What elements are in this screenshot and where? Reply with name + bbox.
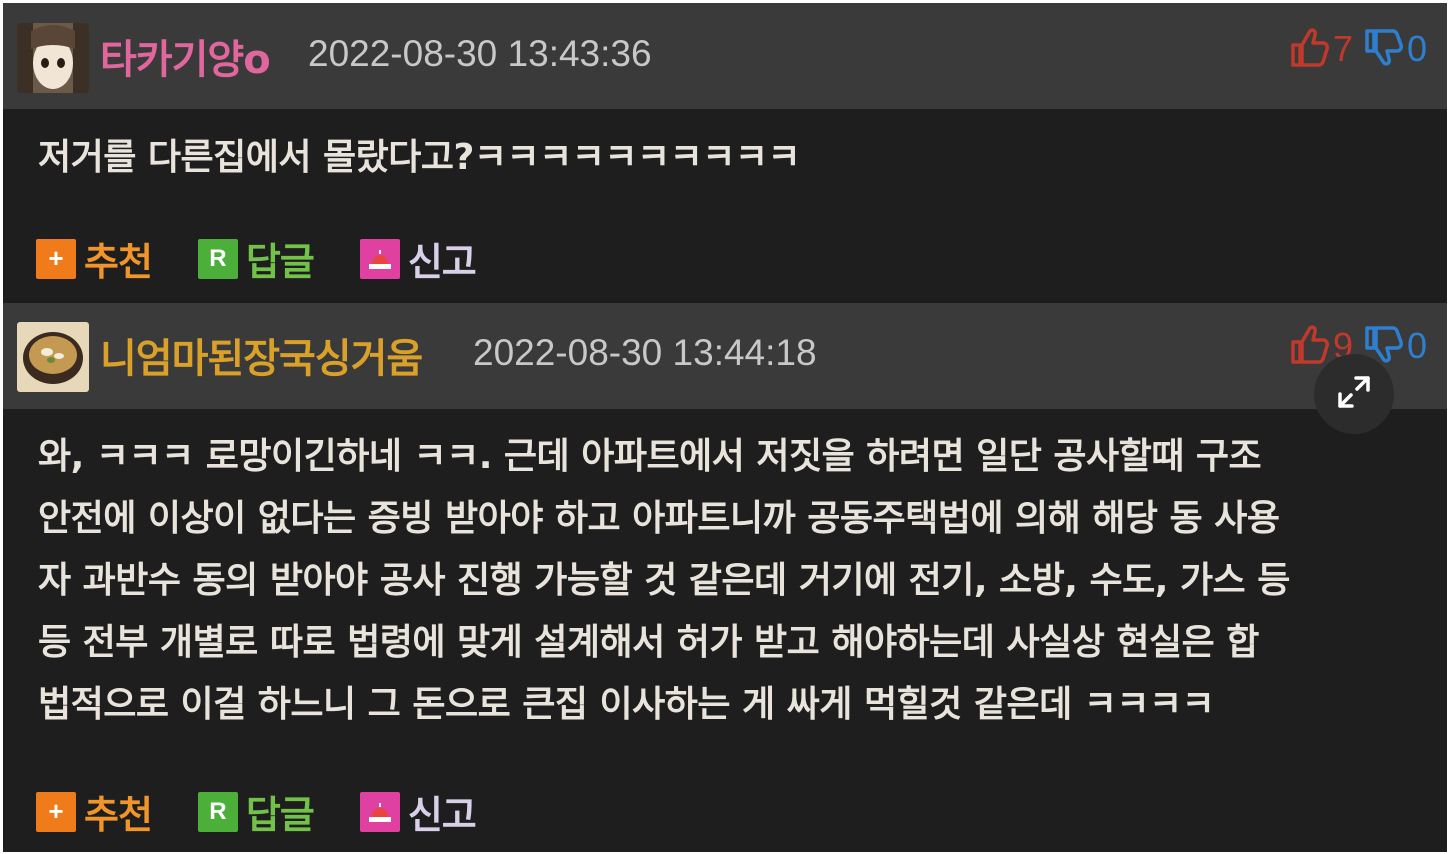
comment-list: 타카기양o 2022-08-30 13:43:36 7 0 저거를 다른집에서 … <box>3 3 1447 852</box>
comment-actions: + 추천 R 답글 신고 <box>36 784 522 839</box>
upvote-count: 7 <box>1332 28 1353 69</box>
report-label: 신고 <box>407 240 477 284</box>
nickname[interactable]: 타카기양o <box>100 27 271 85</box>
comment-datetime: 2022-08-30 13:43:36 <box>308 33 652 74</box>
siren-icon <box>359 238 400 279</box>
comment-item: 타카기양o 2022-08-30 13:43:36 7 0 저거를 다른집에서 … <box>3 3 1447 298</box>
report-button[interactable]: 신고 <box>359 784 477 839</box>
plus-icon: + <box>36 238 76 279</box>
recommend-label: 추천 <box>84 793 153 837</box>
report-label: 신고 <box>407 793 477 837</box>
expand-button[interactable] <box>1314 354 1394 434</box>
reply-button[interactable]: R 답글 <box>197 784 315 839</box>
reply-label: 답글 <box>245 240 315 284</box>
recommend-label: 추천 <box>84 240 153 284</box>
nickname[interactable]: 니엄마된장국싱거움 <box>100 326 423 384</box>
comment-item: 니엄마된장국싱거움 2022-08-30 13:44:18 9 0 와, ㅋㅋㅋ… <box>3 298 1447 852</box>
recommend-button[interactable]: + 추천 <box>36 784 153 839</box>
reply-icon: R <box>197 791 238 832</box>
comment-text-line: 저거를 다른집에서 몰랐다고?ㅋㅋㅋㅋㅋㅋㅋㅋㅋㅋ <box>38 137 801 178</box>
comment-text-line: 와, ㅋㅋㅋ 로망이긴하네 ㅋㅋ. 근데 아파트에서 저짓을 하려면 일단 공사… <box>38 436 1262 477</box>
expand-icon <box>1334 372 1374 416</box>
downvote-count: 0 <box>1406 325 1427 366</box>
comment-text-line: 법적으로 이걸 하느니 그 돈으로 큰집 이사하는 게 싸게 먹힐것 같은데 ㅋ… <box>38 684 1215 725</box>
reply-label: 답글 <box>245 793 315 837</box>
comment-text: 와, ㅋㅋㅋ 로망이긴하네 ㅋㅋ. 근데 아파트에서 저짓을 하려면 일단 공사… <box>38 426 1290 736</box>
comment-actions: + 추천 R 답글 신고 <box>36 231 522 286</box>
anime-character-avatar-icon[interactable] <box>17 23 89 93</box>
siren-icon <box>359 791 400 832</box>
comment-text: 저거를 다른집에서 몰랐다고?ㅋㅋㅋㅋㅋㅋㅋㅋㅋㅋ <box>38 127 801 189</box>
report-button[interactable]: 신고 <box>359 231 477 286</box>
comment-datetime: 2022-08-30 13:44:18 <box>473 332 817 373</box>
comment-text-line: 안전에 이상이 없다는 증빙 받아야 하고 아파트니까 공동주택법에 의해 해당… <box>38 498 1280 539</box>
thumbs-down-icon[interactable] <box>1361 27 1403 71</box>
reply-icon: R <box>197 238 238 279</box>
reply-button[interactable]: R 답글 <box>197 231 315 286</box>
plus-icon: + <box>36 791 76 832</box>
recommend-button[interactable]: + 추천 <box>36 231 153 286</box>
comment-text-line: 등 전부 개별로 따로 법령에 맞게 설계해서 허가 받고 해야하는데 사실상 … <box>38 622 1259 663</box>
thumbs-up-icon[interactable] <box>1287 27 1329 71</box>
thumbs-up-icon[interactable] <box>1287 324 1329 368</box>
comment-text-line: 자 과반수 동의 받아야 공사 진행 가능할 것 같은데 거기에 전기, 소방,… <box>38 560 1290 601</box>
vote-box: 7 0 <box>1287 27 1427 71</box>
downvote-count: 0 <box>1406 28 1427 69</box>
soup-bowl-avatar-icon[interactable] <box>17 322 89 392</box>
